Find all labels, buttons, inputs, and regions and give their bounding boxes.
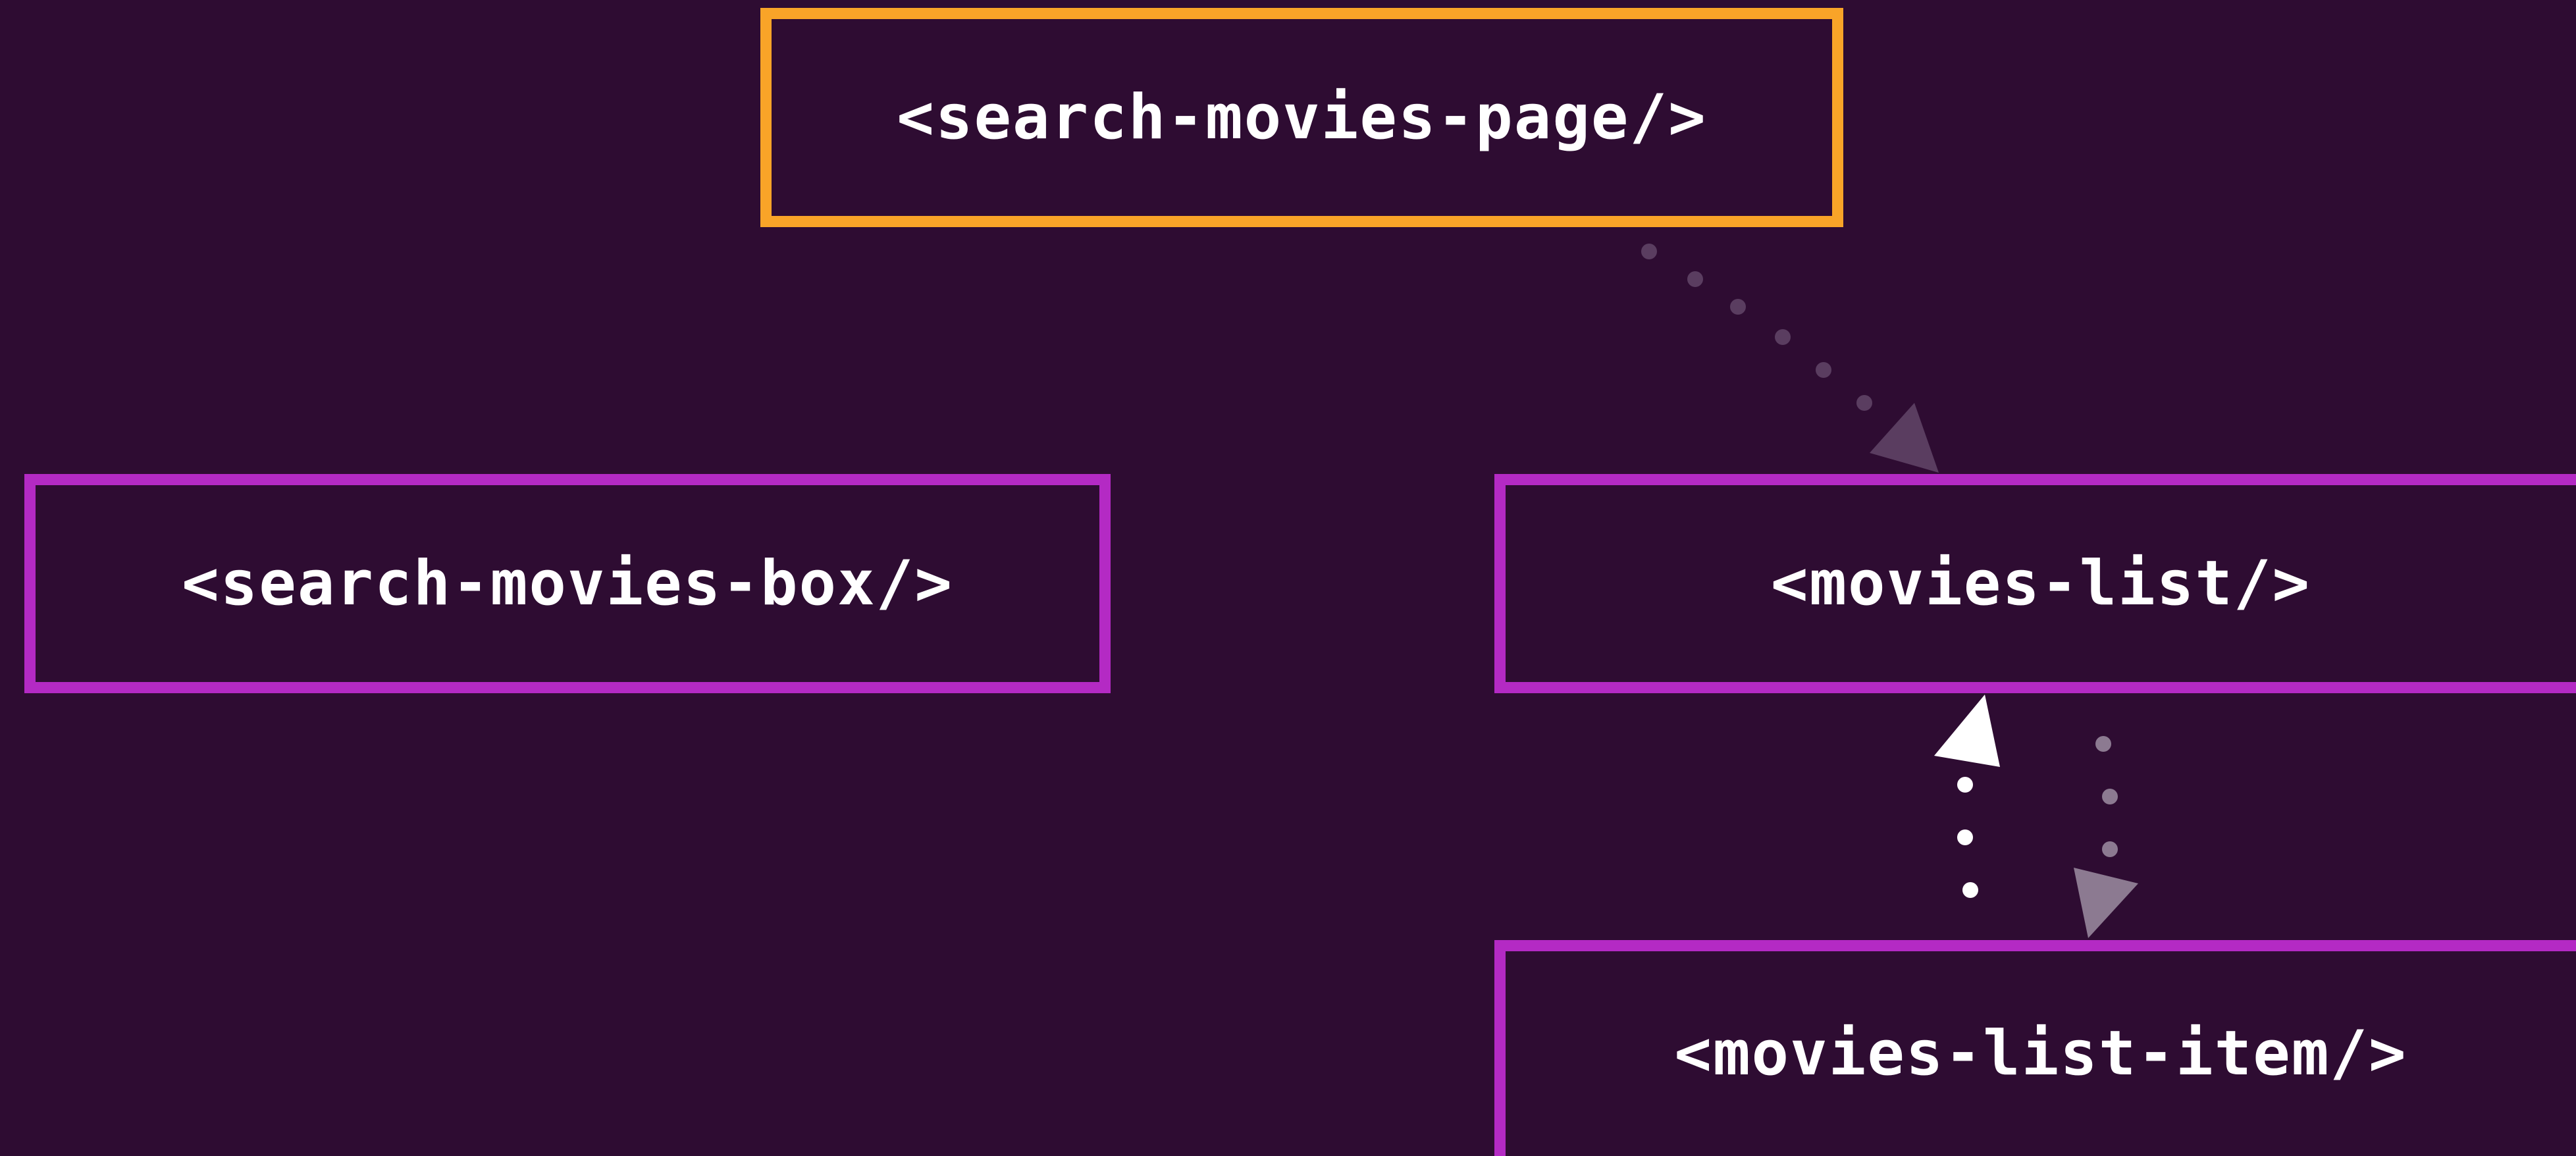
- movies-list-item-node: <movies-list-item/>: [1494, 940, 2576, 1156]
- search-movies-box-node: <search-movies-box/>: [24, 474, 1111, 693]
- movies-list-node: <movies-list/>: [1494, 474, 2576, 693]
- arrowhead-item-to-list: [1934, 695, 2000, 767]
- edge-item-to-list: [1934, 695, 2000, 898]
- movies-list-item-label: <movies-list-item/>: [1674, 1018, 2407, 1090]
- edge-list-to-item: [2074, 736, 2138, 938]
- search-movies-box-label: <search-movies-box/>: [182, 548, 953, 619]
- edge-page-to-list: [1641, 244, 1939, 473]
- arrowhead-list-to-item: [2074, 868, 2138, 938]
- arrowhead-page-to-list: [1870, 403, 1939, 473]
- search-movies-page-label: <search-movies-page/>: [897, 82, 1707, 153]
- movies-list-label: <movies-list/>: [1770, 548, 2311, 619]
- search-movies-page-node: <search-movies-page/>: [760, 8, 1843, 227]
